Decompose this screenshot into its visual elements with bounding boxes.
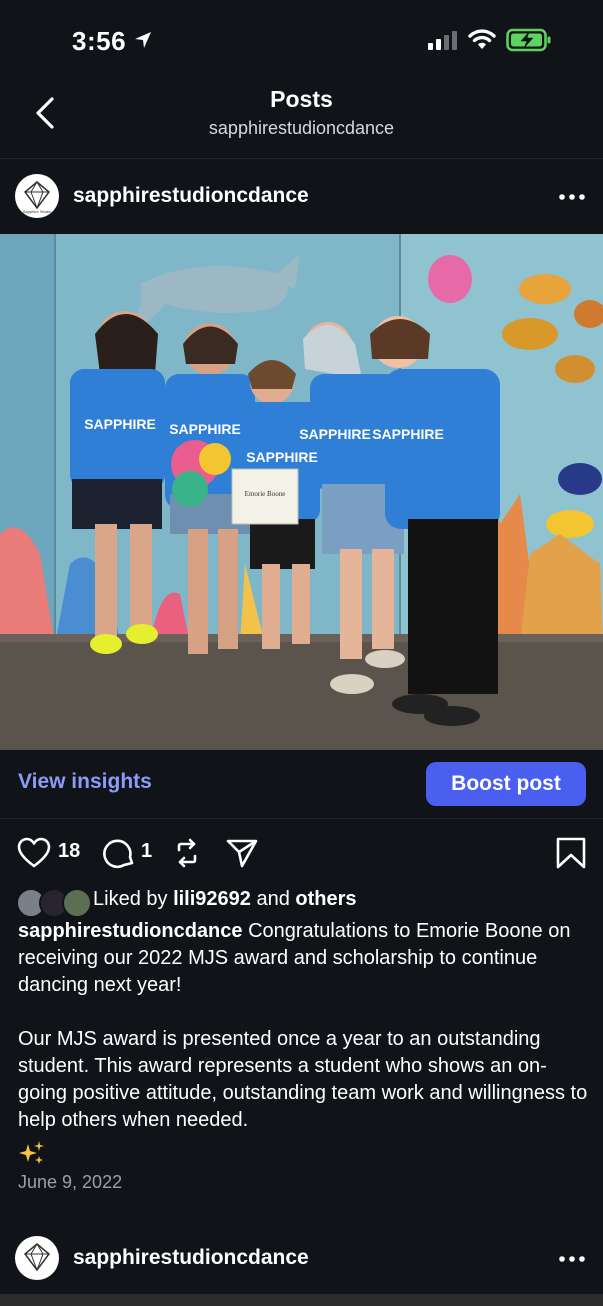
post-username[interactable]: sapphirestudioncdance [73, 184, 309, 208]
share-send-icon[interactable] [225, 836, 259, 870]
svg-text:SAPPHIRE: SAPPHIRE [372, 426, 444, 442]
liked-by-others[interactable]: others [295, 888, 356, 910]
post-caption: sapphirestudioncdance Congratulations to… [18, 918, 588, 1134]
certificate-name: Emorie Boone [245, 490, 286, 498]
next-post-photo[interactable] [0, 1294, 603, 1306]
svg-text:SAPPHIRE: SAPPHIRE [299, 426, 371, 442]
studio-logo-icon: Sapphire Studio [23, 181, 52, 214]
status-time: 3:56 [72, 26, 127, 56]
wifi-icon [468, 29, 496, 49]
post-photo[interactable]: Emorie Boone SAPPHIRE SAPPHIRE SAPPHIRE … [0, 234, 603, 750]
like-heart-icon[interactable] [17, 836, 51, 870]
page-title: Posts [270, 86, 333, 112]
liker-avatar [62, 888, 92, 918]
next-post-username[interactable]: sapphirestudioncdance [73, 1246, 309, 1270]
svg-text:SAPPHIRE: SAPPHIRE [246, 449, 318, 465]
liked-by-and: and [256, 888, 290, 910]
bookmark-icon[interactable] [554, 836, 588, 870]
more-options-icon[interactable] [558, 1255, 586, 1263]
liked-by-row[interactable]: Liked by lili92692 and others [0, 884, 603, 918]
comment-icon[interactable] [102, 836, 136, 870]
caption-paragraph-2: Our MJS award is presented once a year t… [18, 1028, 588, 1131]
svg-text:SAPPHIRE: SAPPHIRE [169, 421, 241, 437]
likes-count[interactable]: 18 [58, 840, 80, 863]
battery-charging-icon [506, 28, 551, 52]
svg-text:Sapphire Studio: Sapphire Studio [23, 209, 52, 214]
post-date: June 9, 2022 [18, 1172, 123, 1192]
view-insights-link[interactable]: View insights [18, 770, 152, 794]
location-arrow-icon [135, 32, 151, 48]
more-options-icon[interactable] [558, 193, 586, 201]
studio-logo-icon [23, 1243, 51, 1272]
post-actions: 18 1 [0, 826, 603, 878]
page-subtitle: sapphirestudioncdance [208, 118, 395, 138]
liked-by-text: Liked by lili92692 and others [93, 888, 357, 911]
comments-count[interactable]: 1 [141, 840, 152, 863]
cellular-signal-icon [428, 31, 457, 50]
liked-by-prefix: Liked by [93, 888, 168, 910]
repost-icon[interactable] [170, 836, 204, 870]
avatar[interactable]: Sapphire Studio [15, 174, 59, 218]
post-header: Sapphire Studio sapphirestudioncdance [0, 158, 603, 234]
page-header: Posts sapphirestudioncdance [0, 80, 603, 159]
insights-bar: View insights Boost post [0, 750, 603, 819]
liked-by-user[interactable]: lili92692 [173, 888, 251, 910]
next-post-header: sapphirestudioncdance [0, 1222, 603, 1294]
svg-text:SAPPHIRE: SAPPHIRE [84, 416, 156, 432]
avatar[interactable] [15, 1236, 59, 1280]
status-bar: 3:56 [0, 0, 603, 80]
caption-username[interactable]: sapphirestudioncdance [18, 920, 243, 942]
sparkles-emoji-icon [19, 1141, 44, 1164]
boost-post-button[interactable]: Boost post [426, 762, 586, 806]
